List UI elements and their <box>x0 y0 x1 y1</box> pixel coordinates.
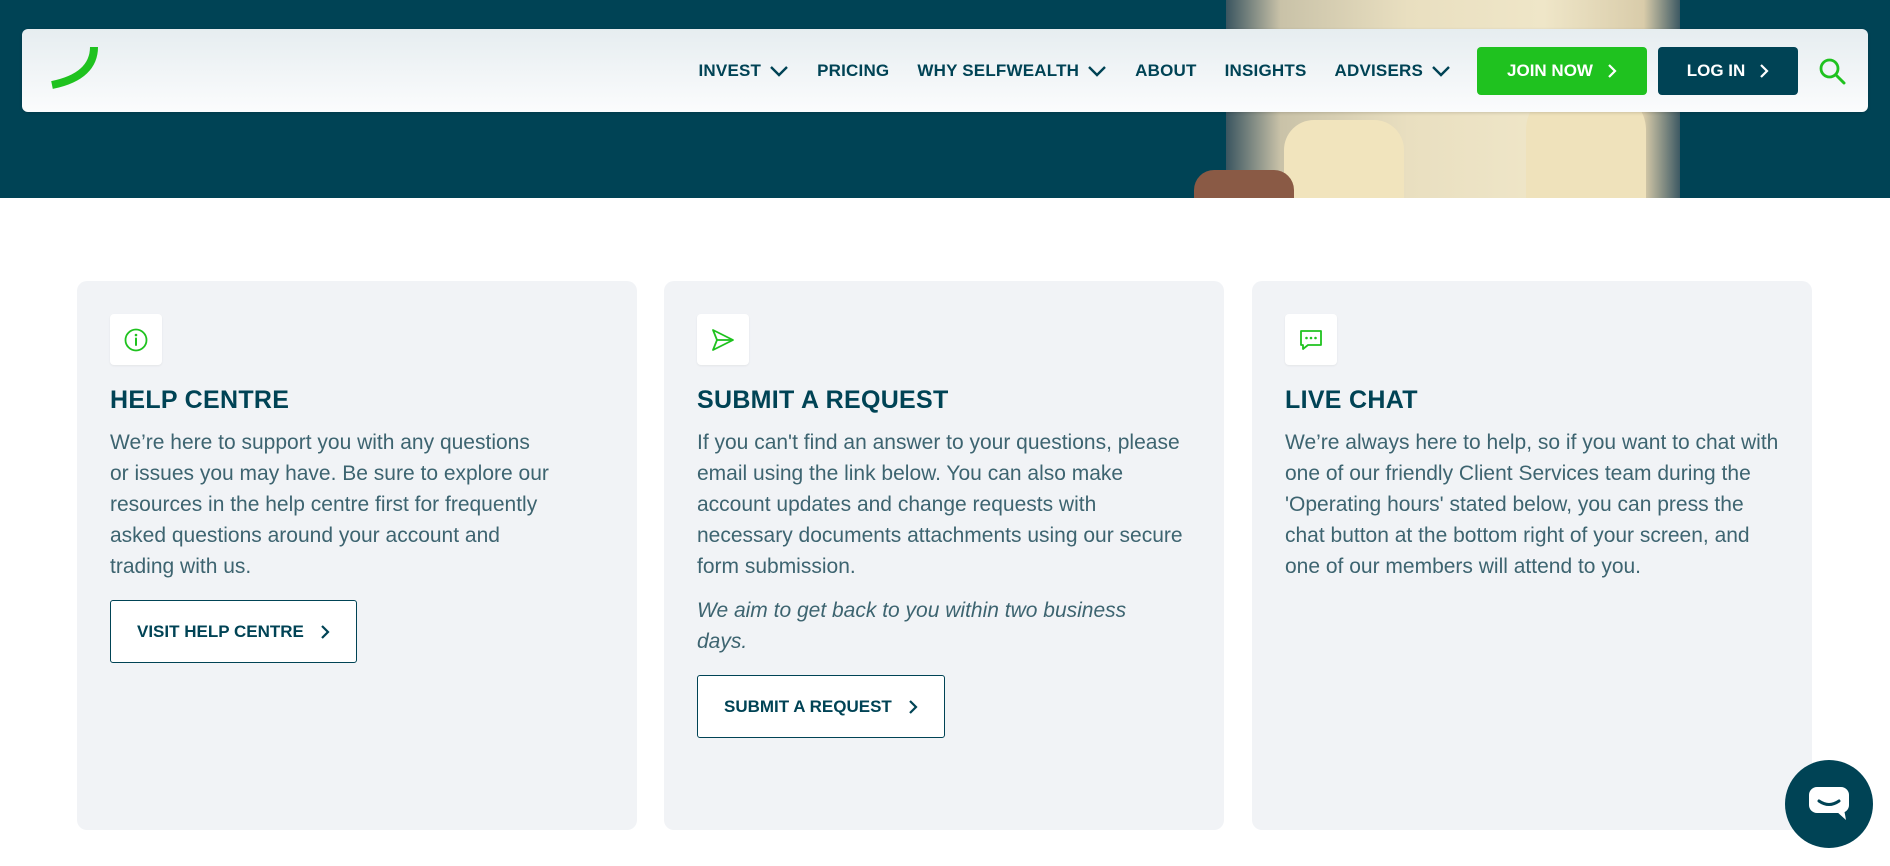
nav-invest-label: INVEST <box>698 60 762 80</box>
nav-pricing-label: PRICING <box>817 60 890 80</box>
chevron-right-icon <box>909 699 918 714</box>
nav-insights-label: INSIGHTS <box>1224 60 1307 80</box>
join-now-button[interactable]: JOIN NOW <box>1477 46 1647 95</box>
help-centre-title: HELP CENTRE <box>110 386 290 414</box>
visit-help-centre-label: VISIT HELP CENTRE <box>137 621 304 641</box>
live-chat-title: LIVE CHAT <box>1285 386 1418 414</box>
help-centre-description: We’re here to support you with any quest… <box>110 431 549 578</box>
chevron-right-icon <box>1760 63 1769 78</box>
chevron-right-icon <box>1608 63 1617 78</box>
join-now-label: JOIN NOW <box>1507 60 1593 80</box>
submit-request-note: We aim to get back to you within two bus… <box>697 599 1127 653</box>
nav-advisers-label: ADVISERS <box>1334 60 1423 80</box>
nav-why-selfwealth[interactable]: WHY SELFWEALTH <box>917 61 1107 81</box>
nav-insights[interactable]: INSIGHTS <box>1225 61 1307 81</box>
nav-advisers[interactable]: ADVISERS <box>1334 61 1451 81</box>
hero-photo-sleeve-left <box>1284 120 1404 198</box>
swoosh-logo-icon[interactable] <box>48 43 100 95</box>
chat-icon <box>1300 329 1322 350</box>
send-icon <box>712 328 734 351</box>
help-centre-icon-tile <box>110 314 162 365</box>
help-centre-card: HELP CENTRE We’re here to support you wi… <box>77 281 637 830</box>
search-icon[interactable] <box>1818 57 1846 85</box>
live-chat-description: We’re always here to help, so if you wan… <box>1285 431 1779 578</box>
hero-photo-hand <box>1194 170 1294 198</box>
log-in-button[interactable]: LOG IN <box>1658 46 1798 95</box>
live-chat-card: LIVE CHAT We’re always here to help, so … <box>1252 281 1812 830</box>
submit-request-button[interactable]: SUBMIT A REQUEST <box>697 675 945 738</box>
top-navbar: INVEST PRICING WHY SELFWEALTH ABOUT INSI… <box>22 29 1868 112</box>
log-in-label: LOG IN <box>1686 60 1746 80</box>
submit-request-title: SUBMIT A REQUEST <box>697 386 949 414</box>
chat-launcher-button[interactable] <box>1785 760 1873 848</box>
nav-invest[interactable]: INVEST <box>699 61 790 81</box>
submit-request-button-label: SUBMIT A REQUEST <box>724 696 892 716</box>
submit-request-card: SUBMIT A REQUEST If you can't find an an… <box>664 281 1224 830</box>
chevron-down-icon <box>770 65 788 77</box>
chevron-right-icon <box>321 624 330 639</box>
nav-about[interactable]: ABOUT <box>1135 61 1196 81</box>
submit-request-description: If you can't find an answer to your ques… <box>697 431 1183 578</box>
live-chat-icon-tile <box>1285 314 1337 365</box>
nav-about-label: ABOUT <box>1135 60 1197 80</box>
visit-help-centre-button[interactable]: VISIT HELP CENTRE <box>110 600 357 663</box>
nav-menu: INVEST PRICING WHY SELFWEALTH ABOUT INSI… <box>699 29 1869 112</box>
info-icon <box>124 328 148 351</box>
chevron-down-icon <box>1432 65 1450 77</box>
chevron-down-icon <box>1088 65 1106 77</box>
nav-pricing[interactable]: PRICING <box>817 61 889 81</box>
nav-why-selfwealth-label: WHY SELFWEALTH <box>917 60 1080 80</box>
submit-request-icon-tile <box>697 314 749 365</box>
chat-bubble-icon <box>1809 787 1849 820</box>
